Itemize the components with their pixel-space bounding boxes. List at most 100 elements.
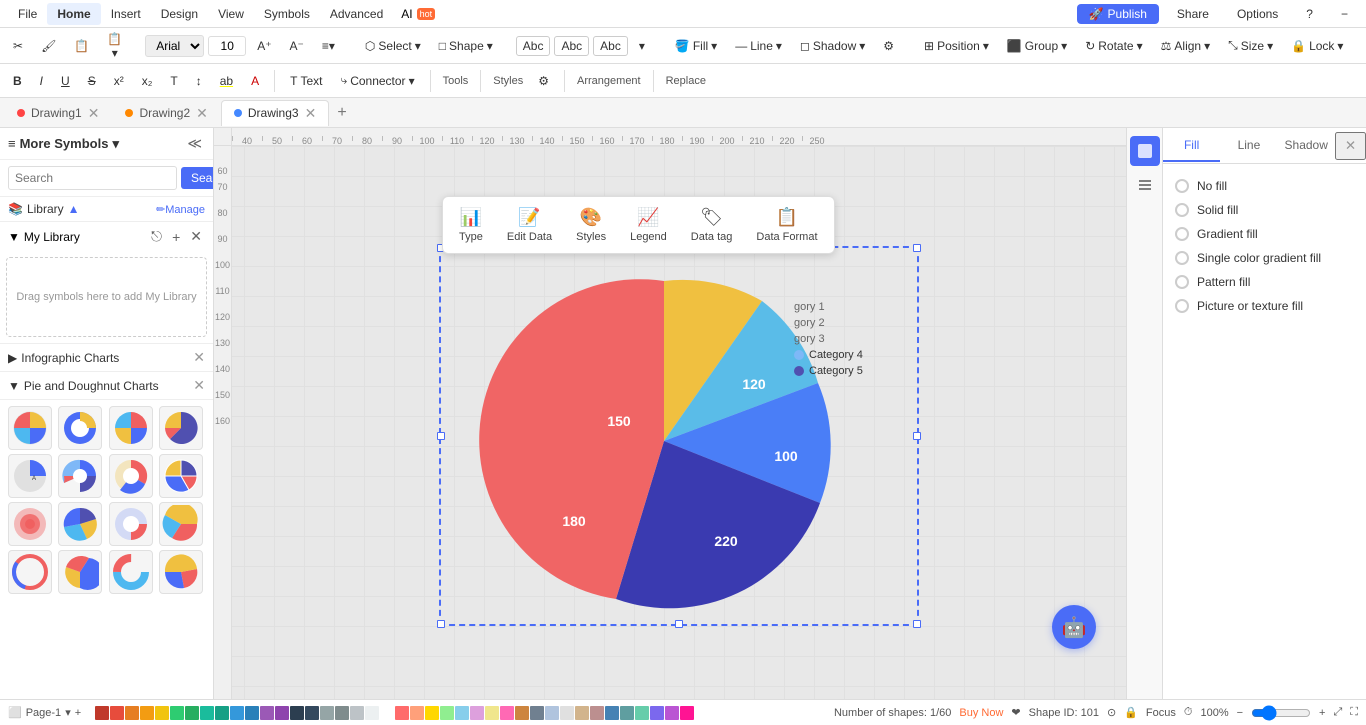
color-swatch[interactable] — [620, 706, 634, 720]
lock-button[interactable]: 🔒Lock▾ — [1284, 36, 1350, 56]
chart-thumb-15[interactable] — [109, 550, 153, 594]
color-swatch[interactable] — [650, 706, 664, 720]
underline-button[interactable]: U — [54, 71, 77, 91]
my-library-header[interactable]: ▼ My Library ⎋ + ✕ — [0, 222, 213, 251]
properties-icon-button[interactable] — [1130, 170, 1160, 200]
shadow-tab[interactable]: Shadow — [1278, 130, 1335, 162]
fullscreen-button[interactable]: ⛶ — [1350, 706, 1358, 719]
tab-drawing2[interactable]: Drawing2 ✕ — [112, 100, 220, 126]
fill-tab[interactable]: Fill — [1163, 130, 1220, 162]
chart-thumb-12[interactable] — [159, 502, 203, 546]
chart-thumb-2[interactable] — [58, 406, 102, 450]
chart-thumb-4[interactable] — [159, 406, 203, 450]
tab-drawing3[interactable]: Drawing3 ✕ — [221, 100, 329, 126]
strikethrough-button[interactable]: S — [81, 71, 103, 91]
chart-thumb-11[interactable] — [109, 502, 153, 546]
color-swatch[interactable] — [425, 706, 439, 720]
color-swatch[interactable] — [545, 706, 559, 720]
color-swatch[interactable] — [365, 706, 379, 720]
infographic-close[interactable]: ✕ — [193, 349, 205, 366]
align-button[interactable]: ≡▾ — [315, 36, 342, 56]
color-swatch[interactable] — [590, 706, 604, 720]
chart-thumb-7[interactable] — [109, 454, 153, 498]
fill-icon-button[interactable] — [1130, 136, 1160, 166]
paste-options-button[interactable]: 📋▾ — [100, 29, 129, 63]
color-swatch[interactable] — [305, 706, 319, 720]
color-swatch[interactable] — [575, 706, 589, 720]
picture-texture-option[interactable]: Picture or texture fill — [1175, 294, 1354, 318]
chart-thumb-6[interactable] — [58, 454, 102, 498]
color-swatch[interactable] — [410, 706, 424, 720]
color-swatch[interactable] — [335, 706, 349, 720]
manage-button[interactable]: ✏Manage — [156, 203, 205, 216]
copy-format-button[interactable]: 🖌 — [34, 36, 63, 56]
my-library-export[interactable]: ⎋ — [148, 227, 165, 246]
color-swatch[interactable] — [500, 706, 514, 720]
line-spacing-button[interactable]: ↕ — [189, 71, 209, 91]
subscript-button[interactable]: x₂ — [135, 71, 160, 91]
color-swatch[interactable] — [290, 706, 304, 720]
color-swatch[interactable] — [260, 706, 274, 720]
menu-home[interactable]: Home — [47, 3, 100, 25]
color-swatch[interactable] — [665, 706, 679, 720]
shape-button[interactable]: □Shape▾ — [432, 36, 500, 56]
style-abc1[interactable]: Abc — [516, 36, 551, 56]
italic-button[interactable]: I — [33, 71, 50, 91]
pie-section-header[interactable]: ▼ Pie and Doughnut Charts ✕ — [0, 372, 213, 400]
font-grow-button[interactable]: A⁺ — [250, 36, 278, 56]
color-swatch[interactable] — [560, 706, 574, 720]
menu-design[interactable]: Design — [151, 3, 208, 25]
color-swatch[interactable] — [395, 706, 409, 720]
styles-settings[interactable]: ⚙ — [876, 36, 901, 56]
zoom-out-button[interactable]: − — [1237, 707, 1243, 719]
shadow-button[interactable]: ◻Shadow▾ — [793, 36, 872, 56]
bold-button[interactable]: B — [6, 71, 29, 91]
chart-thumb-14[interactable] — [58, 550, 102, 594]
buy-now-link[interactable]: Buy Now — [959, 707, 1003, 719]
style-abc3[interactable]: Abc — [593, 36, 628, 56]
options-button[interactable]: Options — [1227, 3, 1288, 25]
chart-thumb-16[interactable] — [159, 550, 203, 594]
zoom-in-button[interactable]: + — [1319, 707, 1325, 719]
color-swatch[interactable] — [245, 706, 259, 720]
line-tab[interactable]: Line — [1220, 130, 1277, 162]
group-button[interactable]: ⬛Group▾ — [1000, 36, 1074, 56]
tab-drawing1[interactable]: Drawing1 ✕ — [4, 100, 112, 126]
panel-close-button[interactable]: ✕ — [1335, 132, 1366, 160]
color-swatch[interactable] — [470, 706, 484, 720]
share-button[interactable]: Share — [1167, 3, 1219, 25]
help-button[interactable]: ? — [1296, 3, 1323, 25]
solid-fill-option[interactable]: Solid fill — [1175, 198, 1354, 222]
text-bg-button[interactable]: ab — [213, 71, 240, 91]
fill-button[interactable]: 🪣Fill▾ — [668, 36, 724, 56]
menu-ai[interactable]: AI hot — [393, 5, 443, 23]
chart-thumb-9[interactable] — [8, 502, 52, 546]
color-swatch[interactable] — [605, 706, 619, 720]
chart-legend-button[interactable]: 📈 Legend — [622, 203, 675, 247]
chart-styles-button[interactable]: 🎨 Styles — [568, 203, 614, 247]
add-page-button[interactable]: + — [75, 707, 81, 719]
connector-button[interactable]: ⤷Connector▾ — [333, 70, 421, 91]
chart-thumb-13[interactable] — [8, 550, 52, 594]
pie-close[interactable]: ✕ — [193, 377, 205, 394]
color-swatch[interactable] — [455, 706, 469, 720]
rotate-button[interactable]: ↻Rotate▾ — [1078, 36, 1149, 56]
color-swatch[interactable] — [380, 706, 394, 720]
styles-expand[interactable]: ▾ — [632, 36, 652, 56]
solid-fill-radio[interactable] — [1175, 203, 1189, 217]
size-button[interactable]: ⤡Size▾ — [1221, 35, 1280, 56]
gradient-fill-radio[interactable] — [1175, 227, 1189, 241]
font-family-select[interactable]: Arial — [145, 35, 204, 57]
text-button[interactable]: TText — [283, 71, 329, 91]
font-shrink-button[interactable]: A⁻ — [283, 36, 311, 56]
chart-type-button[interactable]: 📊 Type — [451, 203, 491, 247]
color-swatch[interactable] — [485, 706, 499, 720]
text-size-button[interactable]: T — [163, 71, 184, 91]
no-fill-radio[interactable] — [1175, 179, 1189, 193]
chatbot-button[interactable]: 🤖 — [1052, 605, 1096, 649]
color-swatch[interactable] — [95, 706, 109, 720]
color-swatch[interactable] — [275, 706, 289, 720]
no-fill-option[interactable]: No fill — [1175, 174, 1354, 198]
add-tab-button[interactable]: + — [329, 100, 354, 126]
color-swatch[interactable] — [155, 706, 169, 720]
